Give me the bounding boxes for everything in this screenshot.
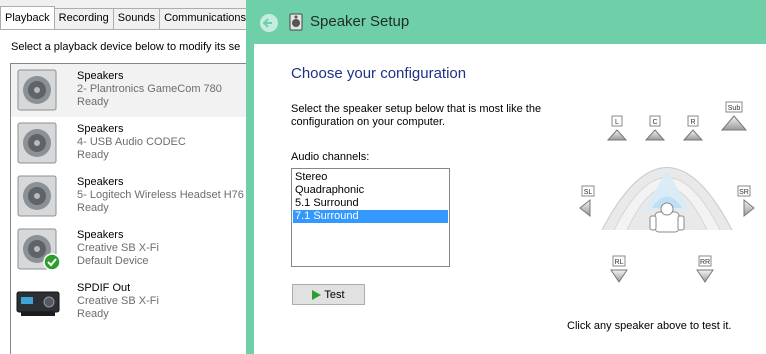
device-status: Ready — [77, 96, 109, 108]
channel-option[interactable]: Stereo — [293, 171, 448, 184]
speaker-front-right[interactable]: R — [682, 115, 704, 141]
page-heading: Choose your configuration — [291, 65, 467, 82]
device-name: Speakers — [77, 176, 124, 188]
speaker-label-left: L — [615, 119, 619, 126]
speaker-label-sub: Sub — [728, 105, 741, 112]
speaker-icon — [17, 69, 57, 111]
audio-channels-list[interactable]: Stereo Quadraphonic 5.1 Surround 7.1 Sur… — [291, 168, 450, 267]
playback-instruction: Select a playback device below to modify… — [11, 41, 241, 53]
speaker-center[interactable]: C — [644, 115, 666, 141]
device-item[interactable]: Speakers 5- Logitech Wireless Headset H7… — [11, 170, 250, 223]
device-list[interactable]: Speakers 2- Plantronics GameCom 780 Read… — [10, 63, 250, 354]
speaker-setup-window: Speaker Setup Choose your configuration … — [246, 0, 766, 354]
back-button[interactable] — [260, 14, 278, 32]
page-description: Select the speaker setup below that is m… — [291, 103, 542, 128]
sound-control-panel: Playback Recording Sounds Communications… — [0, 0, 252, 354]
playback-tab-body: Select a playback device below to modify… — [0, 29, 250, 354]
play-icon — [312, 289, 322, 300]
device-description: Creative SB X-Fi — [77, 242, 159, 254]
speaker-setup-icon — [289, 13, 303, 31]
device-name: Speakers — [77, 123, 124, 135]
speaker-side-left[interactable]: SL — [579, 185, 595, 218]
device-description: 2- Plantronics GameCom 780 — [77, 83, 222, 95]
tab-communications[interactable]: Communications — [159, 8, 252, 29]
device-status: Ready — [77, 308, 109, 320]
test-hint: Click any speaker above to test it. — [567, 320, 732, 332]
speaker-side-right[interactable]: SR — [737, 185, 755, 218]
speaker-label-rear-left: RL — [615, 259, 624, 266]
screen: Playback Recording Sounds Communications… — [0, 0, 766, 354]
device-item[interactable]: Speakers Creative SB X-Fi Default Device — [11, 223, 250, 276]
device-status: Ready — [77, 149, 109, 161]
test-button-label: Test — [324, 288, 345, 301]
device-description: 5- Logitech Wireless Headset H76 — [77, 189, 244, 201]
device-name: Speakers — [77, 70, 124, 82]
device-item[interactable]: SPDIF Out Creative SB X-Fi Ready — [11, 276, 250, 329]
channel-option[interactable]: 5.1 Surround — [293, 197, 448, 210]
device-status: Ready — [77, 202, 109, 214]
device-item[interactable]: Speakers 4- USB Audio CODEC Ready — [11, 117, 250, 170]
device-name: Speakers — [77, 229, 124, 241]
audio-channels-label: Audio channels: — [291, 151, 370, 163]
spdif-device-icon — [16, 291, 60, 316]
test-button[interactable]: Test — [292, 284, 365, 305]
device-status: Default Device — [77, 255, 149, 267]
speaker-rear-right[interactable]: RR — [696, 255, 714, 283]
speaker-icon — [17, 175, 57, 217]
speaker-icon — [17, 228, 61, 271]
speaker-label-rear-right: RR — [700, 259, 710, 266]
tab-recording[interactable]: Recording — [53, 8, 114, 29]
speaker-label-side-right: SR — [739, 189, 749, 196]
device-description: 4- USB Audio CODEC — [77, 136, 186, 148]
speaker-label-right: R — [690, 119, 695, 126]
channel-option[interactable]: Quadraphonic — [293, 184, 448, 197]
device-item[interactable]: Speakers 2- Plantronics GameCom 780 Read… — [11, 64, 250, 117]
device-name: SPDIF Out — [77, 282, 131, 294]
speaker-label-side-left: SL — [584, 189, 593, 196]
tab-playback[interactable]: Playback — [0, 6, 55, 29]
channel-option-selected[interactable]: 7.1 Surround — [293, 210, 448, 223]
speaker-diagram: L C R Sub SL SR RL RR — [579, 101, 755, 283]
back-arrow-icon — [262, 18, 272, 28]
speaker-label-center: C — [652, 119, 657, 126]
speaker-rear-left[interactable]: RL — [610, 255, 628, 283]
window-title: Speaker Setup — [310, 13, 410, 30]
tab-bar: Playback Recording Sounds Communications — [0, 6, 252, 29]
speaker-front-left[interactable]: L — [606, 115, 628, 141]
device-description: Creative SB X-Fi — [77, 295, 159, 307]
tab-sounds[interactable]: Sounds — [112, 8, 161, 29]
speaker-icon — [17, 122, 57, 164]
title-bar: Speaker Setup — [246, 0, 766, 44]
speaker-subwoofer[interactable]: Sub — [720, 101, 748, 131]
wizard-content: Choose your configuration Select the spe… — [254, 44, 766, 354]
default-checkmark-icon — [43, 253, 61, 271]
